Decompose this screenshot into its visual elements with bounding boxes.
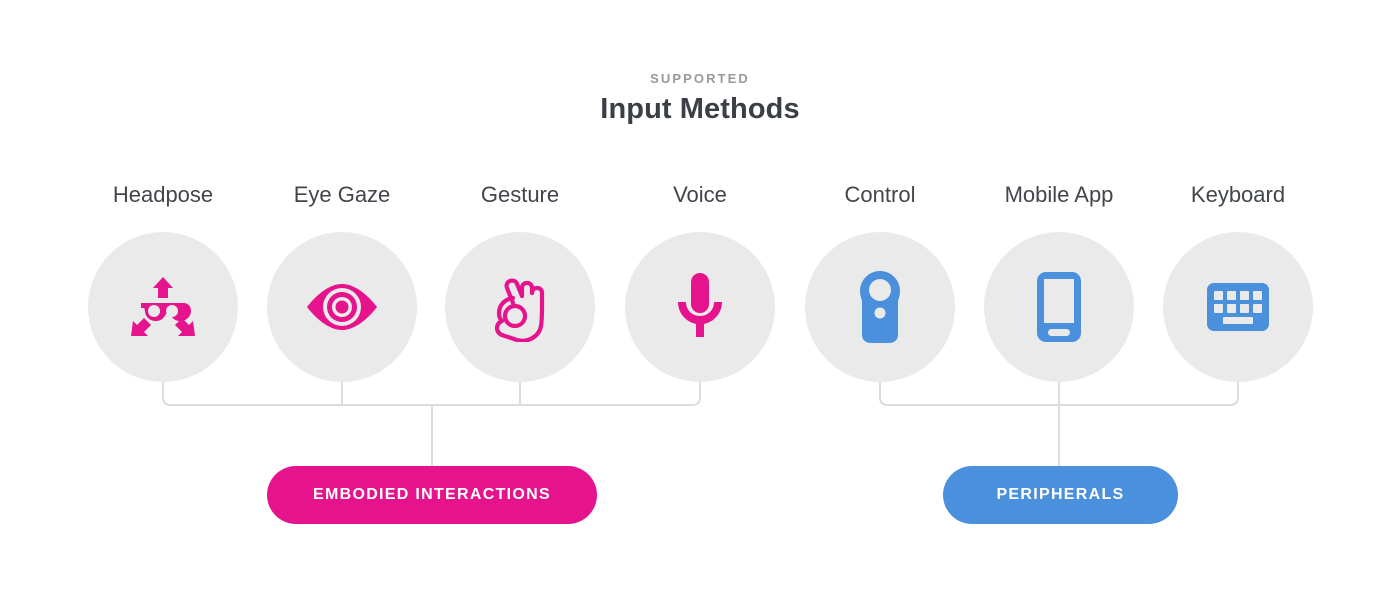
headpose-icon [131, 277, 195, 336]
node-label-eye-gaze: Eye Gaze [293, 182, 391, 207]
page-title: Input Methods [600, 93, 800, 125]
node-label-headpose: Headpose [112, 182, 214, 207]
node-circle-gesture[interactable] [445, 232, 595, 382]
eye-gaze-icon [307, 284, 377, 330]
node-label-control: Control [844, 182, 916, 207]
group-pill-embodied-interactions[interactable]: EMBODIED INTERACTIONS [267, 466, 597, 524]
node-control[interactable]: Control [790, 180, 970, 382]
node-keyboard[interactable]: Keyboard [1148, 180, 1328, 382]
node-circle-eye-gaze[interactable] [267, 232, 417, 382]
group-pill-peripherals-label: PERIPHERALS [996, 486, 1125, 503]
node-eye-gaze[interactable]: Eye Gaze [252, 180, 432, 382]
node-circle-control[interactable] [805, 232, 955, 382]
gesture-ok-hand-icon [494, 278, 545, 342]
controller-icon [860, 271, 900, 343]
node-circle-voice[interactable] [625, 232, 775, 382]
node-circle-mobile-app[interactable] [984, 232, 1134, 382]
node-label-keyboard: Keyboard [1190, 182, 1286, 207]
microphone-icon [678, 273, 722, 337]
node-label-voice: Voice [673, 182, 727, 207]
node-headpose[interactable]: Headpose [73, 180, 253, 382]
node-mobile-app[interactable]: Mobile App [969, 180, 1149, 382]
group-pill-peripherals[interactable]: PERIPHERALS [943, 466, 1178, 524]
keyboard-icon [1207, 283, 1269, 331]
input-methods-infographic: SUPPORTED Input Methods Headpose Eye Gaz… [0, 0, 1400, 600]
group-pill-embodied-label: EMBODIED INTERACTIONS [313, 486, 551, 503]
eyebrow-text: SUPPORTED [650, 71, 750, 86]
node-label-mobile-app: Mobile App [1004, 182, 1114, 207]
node-label-gesture: Gesture [480, 182, 560, 207]
node-voice[interactable]: Voice [610, 180, 790, 382]
node-gesture[interactable]: Gesture [430, 180, 610, 382]
mobile-phone-icon [1037, 272, 1081, 342]
node-circle-headpose[interactable] [88, 232, 238, 382]
node-circle-keyboard[interactable] [1163, 232, 1313, 382]
